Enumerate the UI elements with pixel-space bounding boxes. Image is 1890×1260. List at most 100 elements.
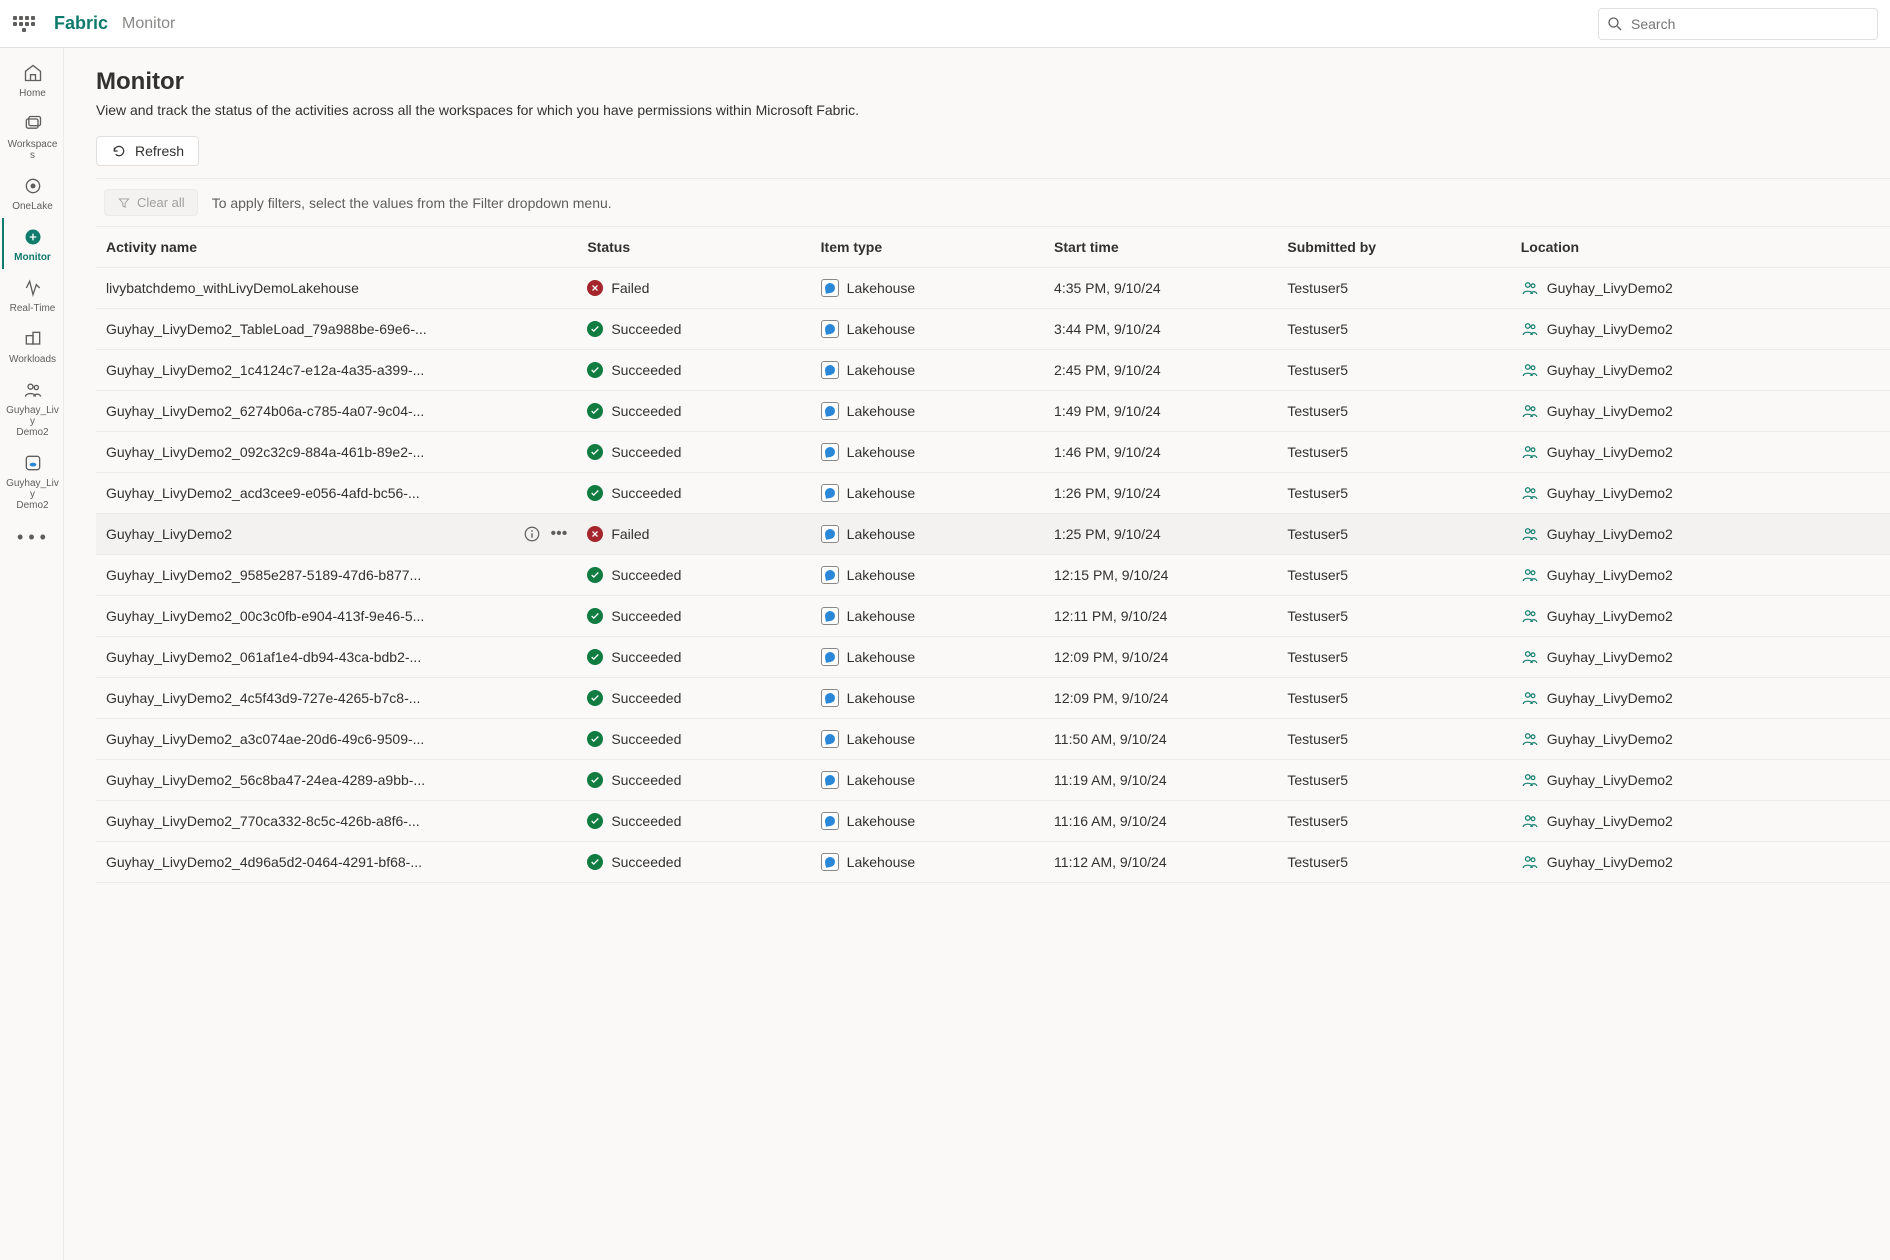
table-row[interactable]: livybatchdemo_withLivyDemoLakehouse Fail…	[96, 268, 1890, 309]
nav-item-monitor[interactable]: Monitor	[2, 218, 62, 269]
nav-item-workspaces[interactable]: Workspaces	[2, 105, 62, 167]
refresh-icon	[111, 143, 127, 159]
table-row[interactable]: Guyhay_LivyDemo2_56c8ba47-24ea-4289-a9bb…	[96, 760, 1890, 801]
filter-hint: To apply filters, select the values from…	[212, 195, 612, 211]
col-start-time[interactable]: Start time	[1044, 227, 1277, 268]
table-row[interactable]: Guyhay_LivyDemo2_092c32c9-884a-461b-89e2…	[96, 432, 1890, 473]
table-row[interactable]: Guyhay_LivyDemo2_6274b06a-c785-4a07-9c04…	[96, 391, 1890, 432]
activity-name: Guyhay_LivyDemo2_56c8ba47-24ea-4289-a9bb…	[106, 772, 567, 788]
left-nav: Home Workspaces OneLake Monitor Real-Tim…	[0, 48, 64, 1260]
nav-item-onelake[interactable]: OneLake	[2, 167, 62, 218]
item-type-label: Lakehouse	[847, 772, 916, 788]
filter-bar: Clear all To apply filters, select the v…	[96, 178, 1890, 227]
location-label: Guyhay_LivyDemo2	[1547, 772, 1673, 788]
lakehouse-icon	[23, 452, 43, 474]
activity-name: Guyhay_LivyDemo2_TableLoad_79a988be-69e6…	[106, 321, 567, 337]
status-label: Succeeded	[611, 772, 681, 788]
status-label: Succeeded	[611, 403, 681, 419]
location-label: Guyhay_LivyDemo2	[1547, 321, 1673, 337]
start-time: 1:49 PM, 9/10/24	[1054, 403, 1161, 419]
submitted-by: Testuser5	[1287, 321, 1348, 337]
table-row[interactable]: Guyhay_LivyDemo2_9585e287-5189-47d6-b877…	[96, 555, 1890, 596]
nav-label: Workloads	[7, 354, 58, 365]
location-label: Guyhay_LivyDemo2	[1547, 649, 1673, 665]
location-label: Guyhay_LivyDemo2	[1547, 403, 1673, 419]
nav-label: Real-Time	[8, 303, 58, 314]
workspace-icon	[1521, 402, 1539, 420]
start-time: 12:09 PM, 9/10/24	[1054, 649, 1168, 665]
table-row[interactable]: Guyhay_LivyDemo2 ••• Failed Lakehouse 1:…	[96, 514, 1890, 555]
nav-item-people[interactable]: Guyhay_LivyDemo2	[2, 371, 62, 444]
refresh-label: Refresh	[135, 143, 184, 159]
nav-more-icon[interactable]: • • •	[17, 527, 46, 548]
item-type-label: Lakehouse	[847, 608, 916, 624]
lakehouse-icon	[821, 566, 839, 584]
nav-item-home[interactable]: Home	[2, 54, 62, 105]
nav-item-lakehouse[interactable]: Guyhay_LivyDemo2	[2, 444, 62, 517]
lakehouse-icon	[821, 443, 839, 461]
location-label: Guyhay_LivyDemo2	[1547, 362, 1673, 378]
col-activity-name[interactable]: Activity name	[96, 227, 577, 268]
item-type-label: Lakehouse	[847, 649, 916, 665]
submitted-by: Testuser5	[1287, 444, 1348, 460]
table-row[interactable]: Guyhay_LivyDemo2_TableLoad_79a988be-69e6…	[96, 309, 1890, 350]
status-label: Failed	[611, 280, 649, 296]
nav-label: Home	[17, 88, 48, 99]
activity-table: Activity name Status Item type Start tim…	[96, 227, 1890, 883]
lakehouse-icon	[821, 484, 839, 502]
submitted-by: Testuser5	[1287, 526, 1348, 542]
col-item-type[interactable]: Item type	[811, 227, 1044, 268]
item-type-label: Lakehouse	[847, 485, 916, 501]
location-label: Guyhay_LivyDemo2	[1547, 485, 1673, 501]
status-label: Succeeded	[611, 567, 681, 583]
table-row[interactable]: Guyhay_LivyDemo2_770ca332-8c5c-426b-a8f6…	[96, 801, 1890, 842]
table-row[interactable]: Guyhay_LivyDemo2_a3c074ae-20d6-49c6-9509…	[96, 719, 1890, 760]
table-row[interactable]: Guyhay_LivyDemo2_4c5f43d9-727e-4265-b7c8…	[96, 678, 1890, 719]
app-launcher-icon[interactable]	[12, 12, 36, 36]
activity-name: Guyhay_LivyDemo2_4d96a5d2-0464-4291-bf68…	[106, 854, 567, 870]
col-location[interactable]: Location	[1511, 227, 1890, 268]
lakehouse-icon	[821, 361, 839, 379]
nav-label: Guyhay_LivyDemo2	[4, 478, 62, 511]
activity-name: Guyhay_LivyDemo2_acd3cee9-e056-4afd-bc56…	[106, 485, 567, 501]
table-row[interactable]: Guyhay_LivyDemo2_1c4124c7-e12a-4a35-a399…	[96, 350, 1890, 391]
start-time: 12:11 PM, 9/10/24	[1054, 608, 1167, 624]
search-input[interactable]	[1598, 8, 1878, 40]
item-type-label: Lakehouse	[847, 690, 916, 706]
table-row[interactable]: Guyhay_LivyDemo2_4d96a5d2-0464-4291-bf68…	[96, 842, 1890, 883]
item-type-label: Lakehouse	[847, 403, 916, 419]
status-label: Succeeded	[611, 854, 681, 870]
location-label: Guyhay_LivyDemo2	[1547, 690, 1673, 706]
start-time: 11:12 AM, 9/10/24	[1054, 854, 1167, 870]
onelake-icon	[23, 175, 43, 197]
clear-all-label: Clear all	[137, 195, 185, 210]
clear-all-button[interactable]: Clear all	[104, 189, 198, 216]
status-success-icon	[587, 321, 603, 337]
more-icon[interactable]: •••	[551, 525, 568, 543]
refresh-button[interactable]: Refresh	[96, 136, 199, 166]
workspace-icon	[1521, 279, 1539, 297]
status-success-icon	[587, 772, 603, 788]
table-row[interactable]: Guyhay_LivyDemo2_061af1e4-db94-43ca-bdb2…	[96, 637, 1890, 678]
workspace-icon	[1521, 443, 1539, 461]
workloads-icon	[23, 328, 43, 350]
main-content: Monitor View and track the status of the…	[64, 48, 1890, 1260]
status-label: Succeeded	[611, 485, 681, 501]
submitted-by: Testuser5	[1287, 649, 1348, 665]
activity-name: Guyhay_LivyDemo2_4c5f43d9-727e-4265-b7c8…	[106, 690, 567, 706]
location-label: Guyhay_LivyDemo2	[1547, 854, 1673, 870]
activity-name: Guyhay_LivyDemo2_a3c074ae-20d6-49c6-9509…	[106, 731, 567, 747]
table-row[interactable]: Guyhay_LivyDemo2_acd3cee9-e056-4afd-bc56…	[96, 473, 1890, 514]
nav-item-workloads[interactable]: Workloads	[2, 320, 62, 371]
col-status[interactable]: Status	[577, 227, 810, 268]
info-icon[interactable]	[523, 525, 541, 543]
workspace-icon	[1521, 689, 1539, 707]
item-type-label: Lakehouse	[847, 362, 916, 378]
table-row[interactable]: Guyhay_LivyDemo2_00c3c0fb-e904-413f-9e46…	[96, 596, 1890, 637]
status-label: Succeeded	[611, 690, 681, 706]
status-success-icon	[587, 813, 603, 829]
realtime-icon	[23, 277, 43, 299]
lakehouse-icon	[821, 853, 839, 871]
nav-item-realtime[interactable]: Real-Time	[2, 269, 62, 320]
col-submitted-by[interactable]: Submitted by	[1277, 227, 1510, 268]
